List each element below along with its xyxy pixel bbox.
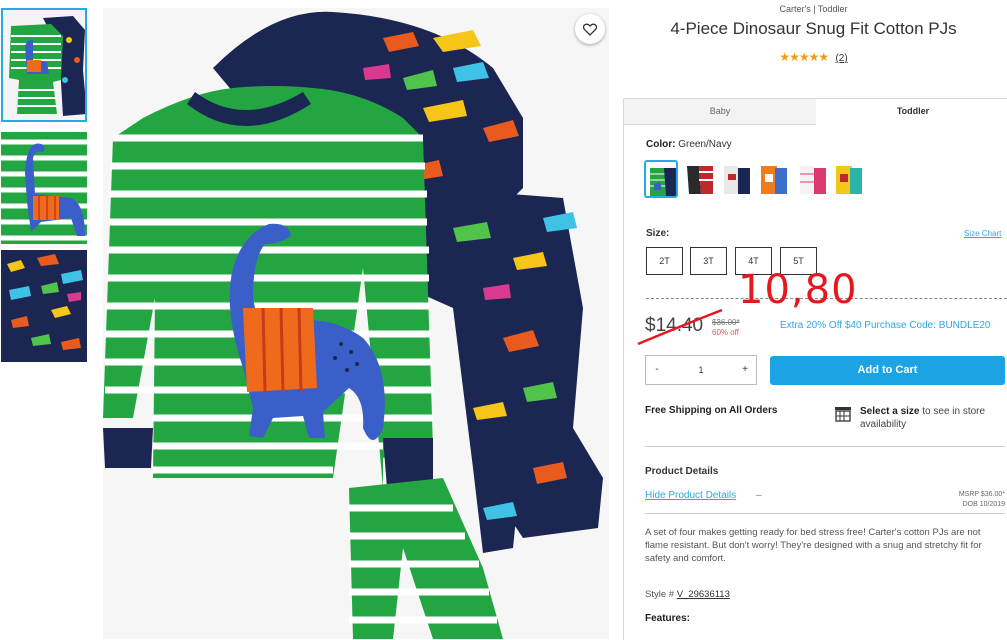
add-to-cart-button[interactable]: Add to Cart [770, 356, 1005, 385]
store-icon [835, 407, 851, 422]
product-details-heading: Product Details [645, 466, 719, 477]
price-strike-annotation [637, 308, 723, 346]
product-description: A set of four makes getting ready for be… [645, 527, 982, 564]
size-label: Size: [646, 228, 670, 239]
percent-off: 60% off [712, 328, 739, 337]
favorite-button[interactable] [575, 14, 605, 44]
quantity-increase-button[interactable]: + [734, 356, 756, 384]
size-option-3t[interactable]: 3T [690, 247, 727, 275]
quantity-stepper: - 1 + [645, 355, 757, 385]
color-label: Color: Green/Navy [646, 139, 732, 150]
rating: ★★★★★ (2) [620, 50, 1007, 64]
color-swatch-3[interactable] [720, 160, 754, 198]
quantity-input[interactable]: 1 [668, 356, 734, 384]
collapse-dash-icon[interactable]: – [756, 490, 762, 501]
tab-baby[interactable]: Baby [624, 99, 816, 125]
color-swatch-4[interactable] [757, 160, 791, 198]
msrp-text: MSRP $36.00* [958, 491, 1005, 498]
style-number: Style # V_29636113 [645, 589, 730, 600]
size-chart-link[interactable]: Size Chart [964, 229, 1001, 238]
color-label-title: Color: [646, 139, 676, 150]
store-availability: Select a size to see in store availabili… [860, 405, 1007, 431]
main-product-image [103, 8, 609, 639]
review-count-link[interactable]: (2) [835, 53, 847, 64]
breadcrumb: Carter's | Toddler [779, 4, 848, 14]
hide-product-details-link[interactable]: Hide Product Details [645, 490, 736, 501]
original-price: $36.00* [712, 318, 740, 327]
free-shipping-text: Free Shipping on All Orders [645, 405, 778, 416]
heart-icon [583, 23, 597, 36]
color-swatch-green-navy[interactable] [644, 160, 678, 198]
dob-text: DOB 10/2019 [962, 501, 1005, 508]
thumbnail-3[interactable] [1, 250, 87, 362]
select-size-text: Select a size [860, 406, 920, 417]
quantity-decrease-button[interactable]: - [646, 356, 668, 384]
color-swatch-2[interactable] [683, 160, 717, 198]
color-swatch-5[interactable] [796, 160, 830, 198]
color-swatch-6[interactable] [832, 160, 866, 198]
size-option-2t[interactable]: 2T [646, 247, 683, 275]
divider [645, 446, 1005, 447]
product-title: 4-Piece Dinosaur Snug Fit Cotton PJs [670, 19, 957, 38]
thumbnail-2[interactable] [1, 132, 87, 244]
thumbnail-1[interactable] [1, 8, 87, 122]
tab-toddler[interactable]: Toddler [817, 99, 1007, 124]
promo-code-link[interactable]: Extra 20% Off $40 Purchase Code: BUNDLE2… [780, 320, 990, 331]
features-heading: Features: [645, 613, 691, 624]
divider [645, 513, 1005, 514]
style-number-link[interactable]: V_29636113 [677, 589, 730, 600]
color-value: Green/Navy [678, 139, 732, 150]
handwritten-price-annotation: 10,80 [738, 267, 858, 313]
style-label: Style # [645, 589, 677, 600]
rating-stars: ★★★★★ [779, 50, 829, 64]
msrp-info: MSRP $36.00* DOB 10/2019 [930, 490, 1005, 510]
